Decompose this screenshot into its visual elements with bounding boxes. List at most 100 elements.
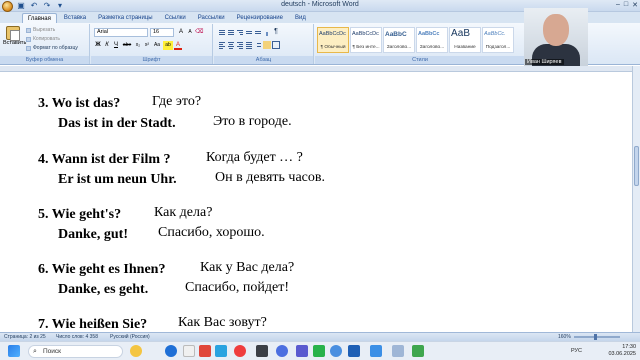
bold-button[interactable]: Ж: [94, 41, 102, 50]
font-family-select[interactable]: Arial: [94, 28, 148, 37]
spreadsheet-icon[interactable]: [313, 345, 325, 357]
webcam-overlay: Иван Ширяев: [524, 8, 588, 66]
language-indicator[interactable]: Русский (Россия): [110, 334, 150, 340]
explorer-icon[interactable]: [412, 345, 424, 357]
justify-icon[interactable]: [245, 41, 253, 49]
yandex-browser-icon[interactable]: [234, 345, 246, 357]
show-marks-icon[interactable]: ¶: [272, 28, 280, 36]
taskbar-search[interactable]: ⌕ Поиск: [28, 345, 123, 358]
alignment-row: [218, 41, 280, 49]
zoom-app-icon[interactable]: [276, 345, 288, 357]
yandex-icon[interactable]: [199, 345, 211, 357]
word-doc-icon[interactable]: [370, 345, 382, 357]
russian-question: Как Вас зовут?: [178, 315, 267, 330]
terminal-icon[interactable]: [256, 345, 268, 357]
tab-mailings[interactable]: Рассылки: [193, 13, 230, 23]
numbering-icon[interactable]: [227, 28, 235, 36]
style-heading-2[interactable]: AaBbCc Заголово...: [416, 27, 448, 53]
tab-page-layout[interactable]: Разметка страницы: [93, 13, 157, 23]
russian-question: Где это?: [152, 94, 202, 109]
minimize-button[interactable]: –: [616, 1, 620, 9]
subscript-button[interactable]: x₂: [134, 41, 142, 50]
format-painter-button[interactable]: Формат по образцу: [26, 45, 78, 51]
word-taskbar-icon[interactable]: [348, 345, 360, 357]
copy-button[interactable]: Копировать: [26, 36, 60, 42]
tab-review[interactable]: Рецензирование: [232, 13, 288, 23]
style-normal[interactable]: AaBbCcDc ¶ Обычный: [317, 27, 349, 53]
vertical-scrollbar[interactable]: [632, 66, 640, 332]
shrink-font-icon[interactable]: A: [186, 28, 194, 37]
clear-format-icon[interactable]: ⌫: [195, 28, 203, 37]
document-page[interactable]: 3. Wo ist das? Где это? Das ist in der S…: [0, 72, 632, 332]
shading-icon[interactable]: [263, 41, 271, 49]
bullets-icon[interactable]: [218, 28, 226, 36]
german-question: 5. Wie geht's?: [38, 207, 122, 222]
highlight-button[interactable]: ab: [163, 41, 173, 50]
zoom-slider-knob[interactable]: [594, 334, 597, 340]
word-count[interactable]: Число слов: 4 358: [56, 334, 98, 340]
windows-start-icon[interactable]: [8, 345, 20, 357]
style-no-spacing[interactable]: AaBbCcDc ¶ Без инте...: [350, 27, 382, 53]
question-line: 7. Wie heißen Sie? Как Вас зовут?: [38, 315, 267, 332]
zoom-slider[interactable]: [574, 334, 620, 340]
app-window-icon[interactable]: [392, 345, 404, 357]
font-size-select[interactable]: 16: [150, 28, 174, 37]
tab-references[interactable]: Ссылки: [160, 13, 191, 23]
tab-insert[interactable]: Вставка: [59, 13, 91, 23]
input-language[interactable]: РУС: [571, 348, 582, 354]
align-left-icon[interactable]: [218, 41, 226, 49]
chrome-icon[interactable]: [330, 345, 342, 357]
system-clock[interactable]: 17:30 03.06.2025: [608, 344, 636, 358]
style-name: ¶ Без инте...: [352, 45, 380, 50]
style-name: Подзагол...: [485, 45, 511, 50]
question-line: 6. Wie geht es Ihnen? Как у Вас дела?: [38, 260, 294, 280]
dialog-entry: 7. Wie heißen Sie? Как Вас зовут?: [38, 315, 267, 332]
german-answer: Er ist um neun Uhr.: [58, 172, 177, 187]
style-subtitle[interactable]: AaBbCc. Подзагол...: [482, 27, 514, 53]
teams-icon[interactable]: [296, 345, 308, 357]
files-icon[interactable]: [183, 345, 195, 357]
change-case-button[interactable]: Aa: [152, 41, 162, 50]
grow-font-icon[interactable]: A: [177, 28, 185, 37]
line-spacing-icon[interactable]: [254, 41, 262, 49]
cut-label: Вырезать: [33, 27, 56, 33]
decrease-indent-icon[interactable]: [245, 28, 253, 36]
presenter-face: [543, 14, 569, 46]
zoom-level[interactable]: 160%: [558, 334, 571, 340]
style-heading-1[interactable]: AaBbC Заголово...: [383, 27, 415, 53]
increase-indent-icon[interactable]: [254, 28, 262, 36]
font-color-button[interactable]: A: [174, 41, 182, 50]
window-controls: – □ ✕: [616, 1, 638, 9]
font-size-buttons: A A ⌫: [177, 28, 204, 37]
italic-button[interactable]: К: [103, 41, 111, 50]
widgets-icon[interactable]: [130, 345, 142, 357]
scrollbar-thumb[interactable]: [634, 146, 639, 186]
tab-home[interactable]: Главная: [22, 13, 57, 23]
cut-button[interactable]: Вырезать: [26, 27, 55, 33]
align-right-icon[interactable]: [236, 41, 244, 49]
superscript-button[interactable]: x²: [143, 41, 151, 50]
sort-icon[interactable]: [263, 28, 271, 36]
telegram-icon[interactable]: [215, 345, 227, 357]
clipboard-group: Вставить Вырезать Копировать Формат по о…: [0, 24, 90, 64]
paragraph-group-label: Абзац: [214, 56, 313, 64]
dialog-entry: 4. Wann ist der Film ? Когда будет … ? E…: [38, 150, 325, 190]
style-title[interactable]: АаВ Название: [449, 27, 481, 53]
german-answer: Danke, es geht.: [58, 282, 149, 297]
dialog-entry: 3. Wo ist das? Где это? Das ist in der S…: [38, 94, 292, 134]
tab-view[interactable]: Вид: [290, 13, 311, 23]
russian-answer: Это в городе.: [213, 114, 292, 129]
close-button[interactable]: ✕: [632, 1, 638, 9]
align-center-icon[interactable]: [227, 41, 235, 49]
strikethrough-button[interactable]: abe: [121, 41, 133, 50]
window-title: deutsch - Microsoft Word: [281, 1, 359, 8]
borders-icon[interactable]: [272, 41, 280, 49]
edge-icon[interactable]: [165, 345, 177, 357]
dialog-entry: 5. Wie geht's? Как дела? Danke, gut! Спа…: [38, 205, 265, 245]
brush-icon: [26, 45, 31, 51]
paste-button[interactable]: Вставить: [3, 26, 26, 48]
multilevel-list-icon[interactable]: [236, 28, 244, 36]
page-count[interactable]: Страница: 2 из 25: [4, 334, 46, 340]
maximize-button[interactable]: □: [624, 1, 628, 9]
underline-button[interactable]: Ч: [112, 41, 120, 50]
